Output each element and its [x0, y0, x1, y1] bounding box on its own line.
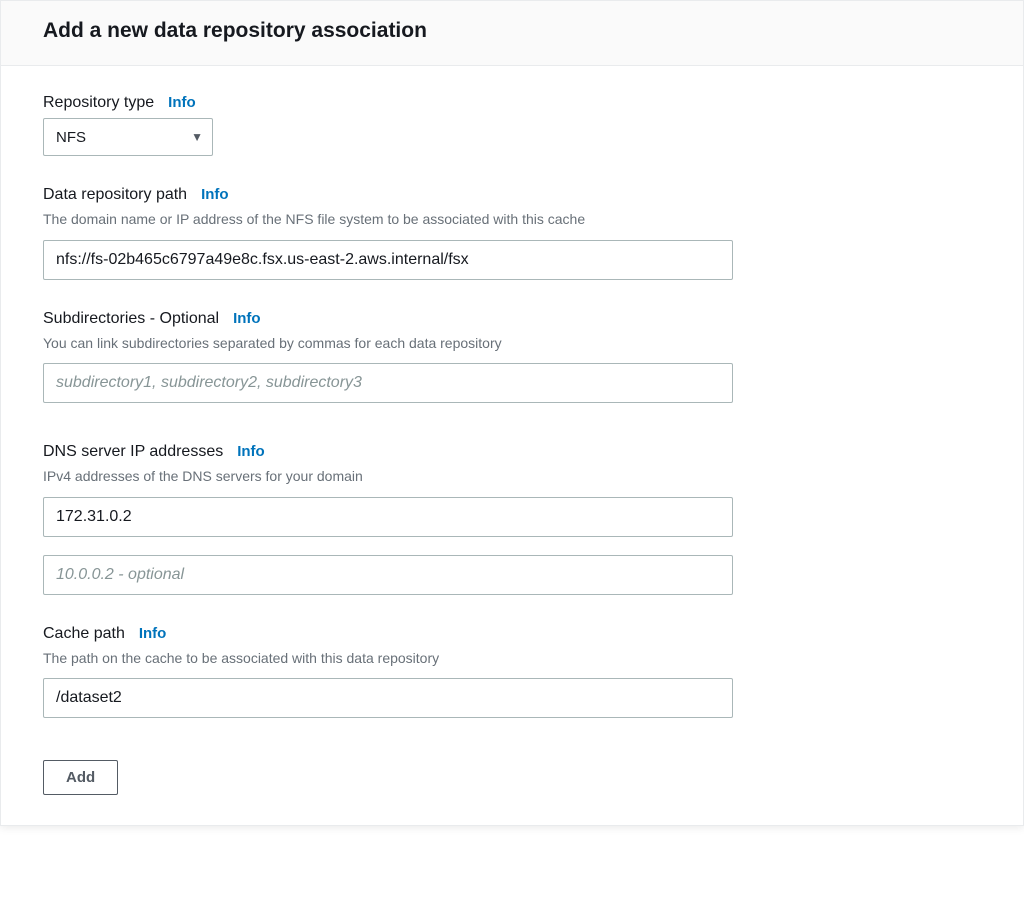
- dns-primary-input[interactable]: [43, 497, 733, 537]
- repository-type-select-wrapper: ▼: [43, 118, 213, 156]
- panel-header: Add a new data repository association: [1, 1, 1023, 66]
- data-repository-path-label: Data repository path: [43, 186, 187, 204]
- repository-type-field: Repository type Info ▼: [43, 94, 993, 156]
- label-row: Data repository path Info: [43, 186, 993, 204]
- dns-secondary-field: [43, 555, 993, 595]
- subdirectories-info-link[interactable]: Info: [233, 310, 261, 327]
- label-row: Cache path Info: [43, 625, 993, 643]
- dns-secondary-input[interactable]: [43, 555, 733, 595]
- cache-path-input[interactable]: [43, 678, 733, 718]
- data-repository-path-info-link[interactable]: Info: [201, 186, 229, 203]
- subdirectories-field: Subdirectories - Optional Info You can l…: [43, 310, 993, 404]
- cache-path-field: Cache path Info The path on the cache to…: [43, 625, 993, 719]
- data-repository-path-help: The domain name or IP address of the NFS…: [43, 210, 993, 230]
- cache-path-label: Cache path: [43, 625, 125, 643]
- dns-servers-label: DNS server IP addresses: [43, 443, 223, 461]
- data-repository-path-input[interactable]: [43, 240, 733, 280]
- cache-path-help: The path on the cache to be associated w…: [43, 649, 993, 669]
- subdirectories-input[interactable]: [43, 363, 733, 403]
- dns-servers-info-link[interactable]: Info: [237, 443, 265, 460]
- dns-servers-help: IPv4 addresses of the DNS servers for yo…: [43, 467, 993, 487]
- panel-body: Repository type Info ▼ Data repository p…: [1, 66, 1023, 825]
- repository-type-label: Repository type: [43, 94, 154, 112]
- dns-servers-field: DNS server IP addresses Info IPv4 addres…: [43, 443, 993, 537]
- label-row: Repository type Info: [43, 94, 993, 112]
- label-row: Subdirectories - Optional Info: [43, 310, 993, 328]
- data-repository-path-field: Data repository path Info The domain nam…: [43, 186, 993, 280]
- page-title: Add a new data repository association: [43, 19, 993, 43]
- subdirectories-help: You can link subdirectories separated by…: [43, 334, 993, 354]
- add-button[interactable]: Add: [43, 760, 118, 795]
- subdirectories-label: Subdirectories - Optional: [43, 310, 219, 328]
- repository-type-select[interactable]: [43, 118, 213, 156]
- data-repository-panel: Add a new data repository association Re…: [0, 0, 1024, 826]
- repository-type-info-link[interactable]: Info: [168, 94, 196, 111]
- cache-path-info-link[interactable]: Info: [139, 625, 167, 642]
- label-row: DNS server IP addresses Info: [43, 443, 993, 461]
